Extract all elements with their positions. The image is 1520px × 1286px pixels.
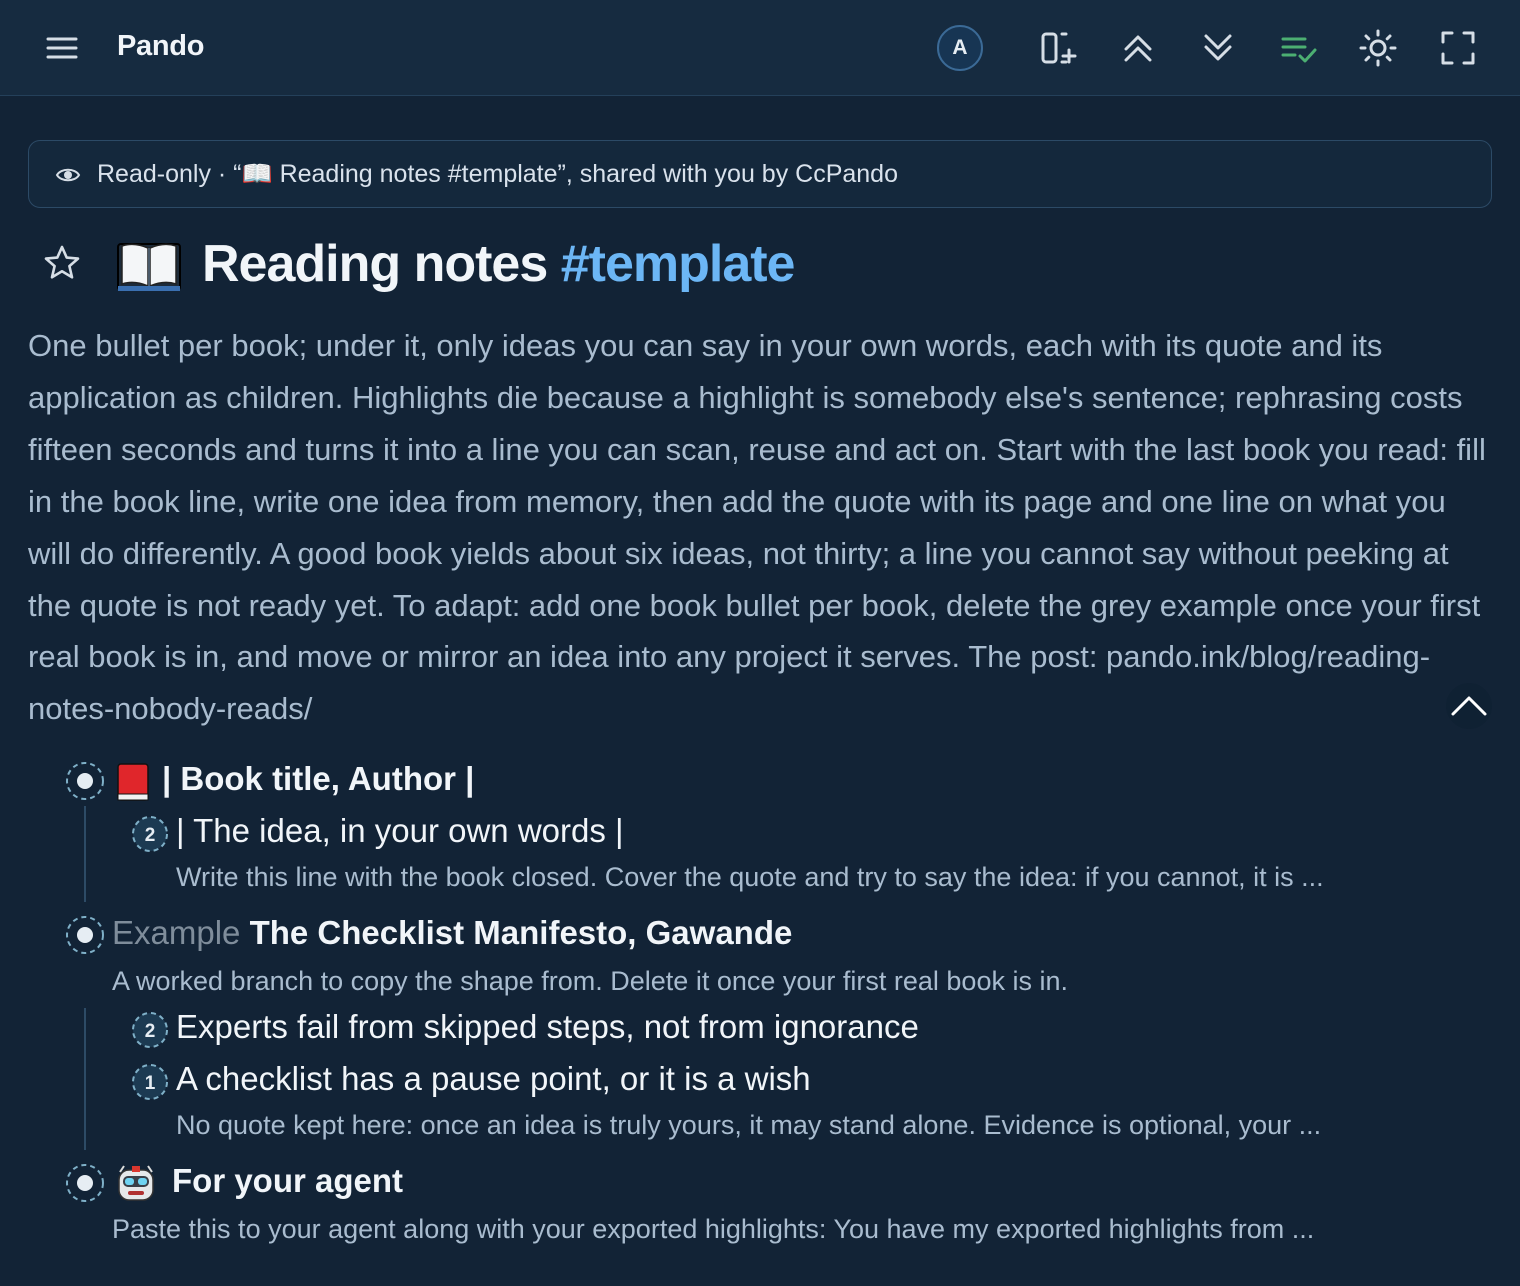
checklist-icon[interactable] [1274, 24, 1322, 72]
count-badge-number: 2 [145, 825, 156, 846]
banner-text: Read-only · “📖 Reading notes #template”,… [97, 160, 898, 188]
example-idea-text[interactable]: A checklist has a pause point, or it is … [176, 1060, 811, 1098]
page-description: One bullet per book; under it, only idea… [28, 328, 1486, 727]
eye-icon [55, 164, 81, 191]
bullet-example[interactable] [64, 914, 106, 956]
open-book-icon [116, 238, 182, 299]
bullet-agent[interactable] [64, 1162, 106, 1204]
fullscreen-icon[interactable] [1434, 24, 1482, 72]
page-title-text: Reading notes [202, 235, 561, 293]
avatar: A [937, 25, 983, 71]
idea-note: Write this line with the book closed. Co… [176, 862, 1324, 892]
menu-icon[interactable] [42, 28, 82, 68]
example-note: A worked branch to copy the shape from. … [112, 966, 1068, 996]
robot-face-icon [114, 1162, 158, 1209]
add-panel-icon[interactable] [1034, 24, 1082, 72]
branch-line [84, 806, 86, 902]
collapse-all-icon[interactable] [1114, 24, 1162, 72]
bullet-book[interactable] [64, 760, 106, 802]
agent-note: Paste this to your agent along with your… [112, 1214, 1315, 1244]
read-only-banner: Read-only · “📖 Reading notes #template”,… [28, 140, 1492, 208]
idea-text[interactable]: | The idea, in your own words | [176, 812, 624, 850]
app-title: Pando [117, 30, 205, 62]
theme-sun-icon[interactable] [1354, 24, 1402, 72]
page-title: Reading notes #template [202, 234, 796, 294]
count-badge[interactable]: 2 [130, 1010, 170, 1050]
top-bar: Pando A [0, 0, 1520, 96]
example-label: The Checklist Manifesto, Gawande [249, 914, 793, 951]
title-tag[interactable]: #template [561, 235, 796, 293]
favorite-star-icon[interactable] [42, 243, 82, 288]
example-idea-note: No quote kept here: once an idea is trul… [176, 1110, 1322, 1140]
agent-title[interactable]: For your agent [172, 1162, 403, 1200]
chevron-up-icon [1451, 696, 1487, 716]
count-badge-number: 2 [145, 1021, 156, 1042]
branch-line [84, 1008, 86, 1150]
count-badge[interactable]: 1 [130, 1062, 170, 1102]
expand-all-icon[interactable] [1194, 24, 1242, 72]
count-badge-number: 1 [145, 1073, 156, 1094]
example-idea-text[interactable]: Experts fail from skipped steps, not fro… [176, 1008, 919, 1046]
red-book-icon [114, 762, 152, 807]
example-title[interactable]: Example The Checklist Manifesto, Gawande [112, 914, 792, 952]
count-badge[interactable]: 2 [130, 814, 170, 854]
example-prefix: Example [112, 914, 241, 951]
book-title-text[interactable]: | Book title, Author | [162, 760, 474, 798]
account-button[interactable]: A [936, 24, 984, 72]
collapse-description-button[interactable] [1446, 683, 1492, 729]
